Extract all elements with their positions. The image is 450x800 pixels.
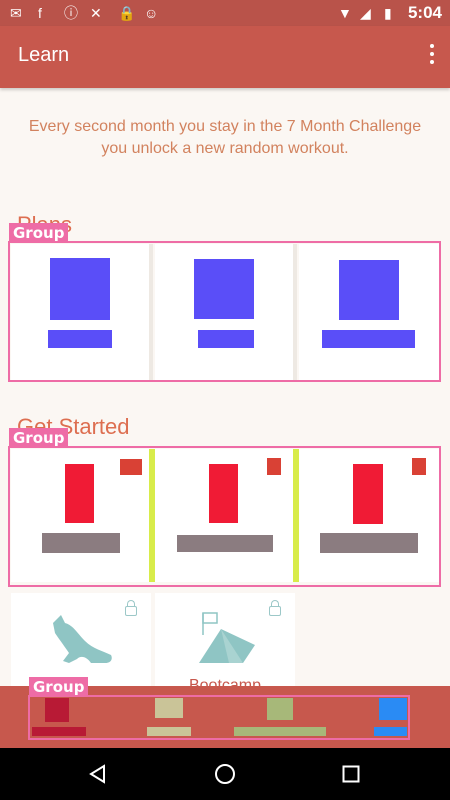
app-toolbar: Learn (0, 26, 450, 88)
wifi-icon: ▼ (338, 5, 352, 21)
lock-icon (125, 600, 137, 616)
workout-card-2[interactable]: Bootcamp (155, 593, 295, 694)
tent-icon (199, 612, 255, 663)
no-location-icon: ✕ (90, 5, 102, 21)
plans-group-outline (8, 241, 441, 382)
battery-icon: ▮ (384, 5, 392, 21)
mail-icon: ✉ (10, 5, 22, 21)
home-icon[interactable] (214, 763, 236, 785)
lock-icon: 🔒 (118, 5, 136, 21)
no-sim-icon: ◢ (360, 5, 371, 21)
recents-icon[interactable] (342, 765, 360, 783)
system-nav-bar (0, 748, 450, 800)
toolbar-title: Learn (18, 44, 70, 66)
get-started-group-outline (8, 446, 441, 587)
lock-icon (269, 600, 281, 616)
android-icon: ☺ (144, 5, 159, 21)
alert-icon: ⓘ (64, 5, 78, 21)
get-started-group-tag: Group (9, 428, 69, 448)
cat-stretch-icon (53, 615, 112, 663)
more-vert-icon[interactable] (428, 44, 436, 68)
bottom-group-tag: Group (29, 677, 89, 697)
intro-text: Every second month you stay in the 7 Mon… (28, 118, 422, 157)
status-time: 5:04 (407, 3, 442, 22)
bottom-group-outline (28, 695, 410, 740)
status-bar: ✉ f ⓘ ✕ 🔒 ☺ ▼ ◢ ▮ 5:04 (0, 0, 450, 26)
plans-group-tag: Group (9, 223, 69, 243)
facebook-icon: f (38, 5, 42, 21)
back-icon[interactable] (88, 764, 108, 784)
